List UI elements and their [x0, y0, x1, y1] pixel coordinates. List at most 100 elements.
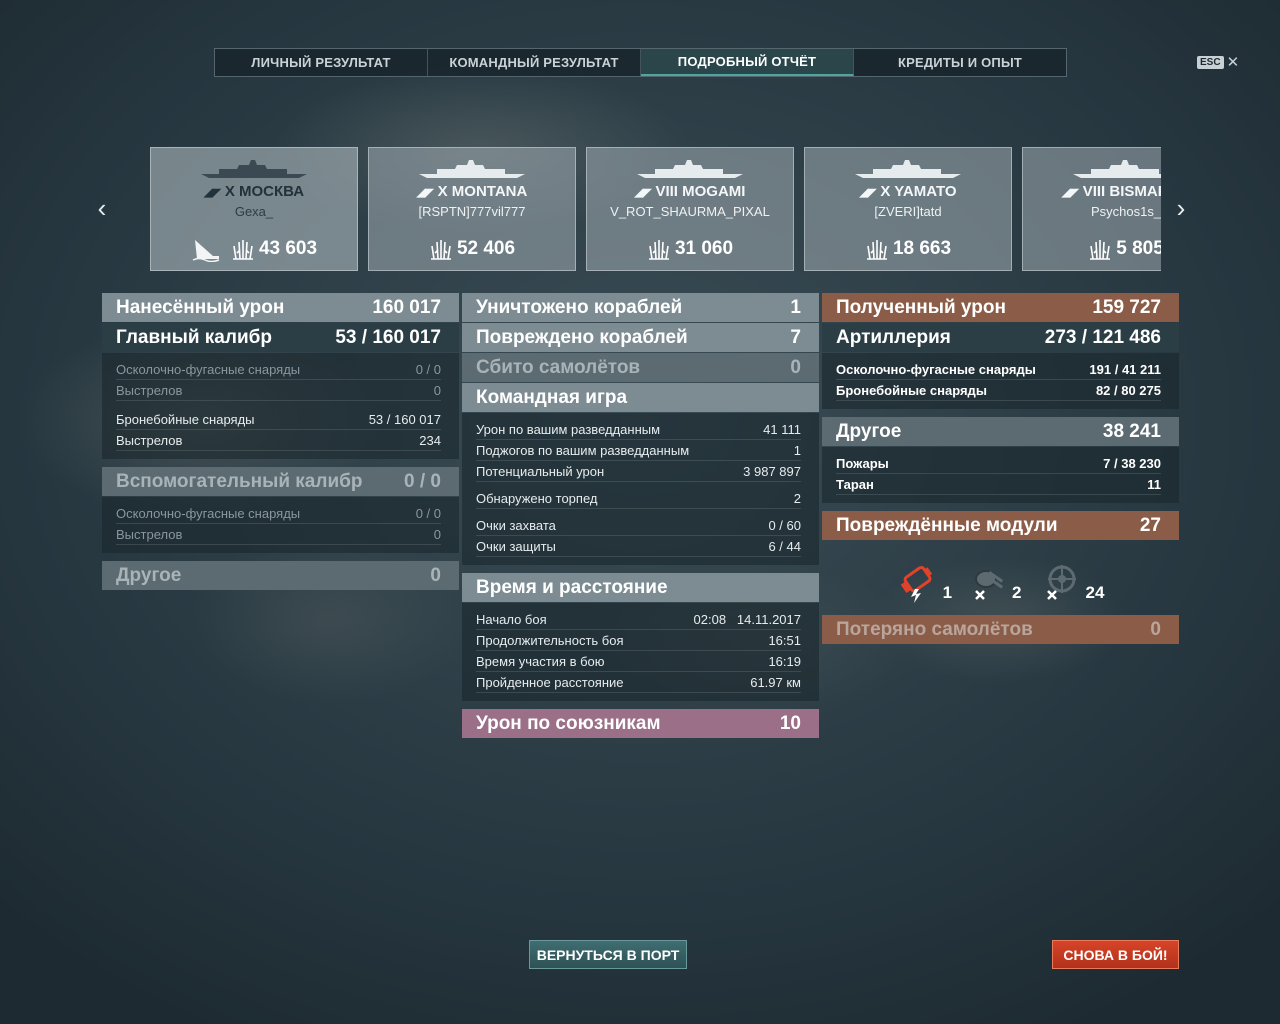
tab-detailed-report[interactable]: ПОДРОБНЫЙ ОТЧЁТ: [641, 49, 854, 76]
other-dealt-value: 0: [430, 564, 441, 586]
stat-label: Пожары: [836, 456, 889, 471]
ship-card[interactable]: ◢◤ X YAMATO [ZVERI]tatd 18 663: [804, 147, 1012, 271]
ship-class-icon: ◢◤: [203, 187, 221, 199]
time-distance-title: Время и расстояние: [476, 576, 668, 598]
stat-value: 0 / 0: [415, 362, 441, 377]
result-tabs: ЛИЧНЫЙ РЕЗУЛЬТАТ КОМАНДНЫЙ РЕЗУЛЬТАТ ПОД…: [214, 48, 1067, 77]
aa-mount-icon: [1046, 565, 1076, 600]
stat-row: Осколочно-фугасные снаряды 0 / 0: [116, 359, 441, 380]
stat-row: Выстрелов 0: [116, 380, 441, 401]
other-received-header: Другое 38 241: [822, 417, 1179, 446]
ship-card[interactable]: ◢◤VIII BISMARCK Psychos1s_ 5 805: [1022, 147, 1161, 271]
stat-label: Потенциальный урон: [476, 464, 605, 479]
ship-player-name: [RSPTN]777vil777: [418, 204, 526, 219]
secondary-battery-header: Вспомогательный калибр 0 / 0: [102, 467, 459, 496]
ship-player-name: [ZVERI]tatd: [874, 204, 942, 219]
ship-damage: 43 603: [151, 238, 357, 260]
ship-name-label: МОСКВА: [239, 183, 305, 200]
ship-name-label: BISMARCK: [1109, 183, 1161, 200]
ship-damage-value: 43 603: [258, 238, 318, 259]
stat-value: 0 / 0: [415, 506, 441, 521]
ship-name: ◢◤VIII BISMARCK: [1023, 183, 1161, 200]
ship-silhouette-icon: [1073, 160, 1161, 178]
ship-card[interactable]: ◢◤ VIII MOGAMI V_ROT_SHAURMA_PIXAL 31 060: [586, 147, 794, 271]
damage-dealt-title: Нанесённый урон: [116, 296, 285, 318]
ship-class-icon: ◢◤: [416, 187, 434, 199]
stat-row: Таран 11: [836, 474, 1161, 495]
main-battery-header: Главный калибр 53 / 160 017: [102, 323, 459, 352]
ship-silhouette-icon: [201, 160, 307, 178]
damage-burst-icon: [430, 240, 451, 260]
damage-received-value: 159 727: [1092, 296, 1161, 318]
damage-received-title: Полученный урон: [836, 296, 1006, 318]
other-dealt-header: Другое 0: [102, 561, 459, 590]
ship-class-icon: ◢◤: [634, 187, 652, 199]
module-count: 24: [1085, 583, 1105, 602]
stat-value: 234: [419, 433, 441, 448]
ship-name: ◢◤ X YAMATO: [805, 183, 1011, 200]
return-to-port-button[interactable]: ВЕРНУТЬСЯ В ПОРТ: [529, 940, 687, 969]
stat-row: Пожары 7 / 38 230: [836, 453, 1161, 474]
module-aa: 24: [1040, 563, 1105, 603]
time-distance-details: Начало боя 02:08 14.11.2017 Продолжительн…: [462, 603, 819, 701]
stat-value: 0: [433, 383, 441, 398]
module-engine: 1: [897, 563, 952, 603]
ship-player-name: V_ROT_SHAURMA_PIXAL: [610, 204, 770, 219]
battle-again-button[interactable]: СНОВА В БОЙ!: [1052, 940, 1179, 969]
team-play-header: Командная игра: [462, 383, 819, 412]
artillery-value: 273 / 121 486: [1044, 326, 1161, 348]
ship-silhouette-icon: [855, 160, 961, 178]
stat-label: Пройденное расстояние: [476, 675, 624, 690]
artillery-details: Осколочно-фугасные снаряды 191 / 41 211 Б…: [822, 353, 1179, 409]
stat-row: Выстрелов 234: [116, 430, 441, 451]
stat-row: Поджогов по вашим разведданным 1: [476, 440, 801, 461]
ship-tier: X: [224, 183, 235, 200]
tab-credits-xp[interactable]: КРЕДИТЫ И ОПЫТ: [854, 49, 1066, 76]
main-battery-details: Осколочно-фугасные снаряды 0 / 0 Выстрел…: [102, 353, 459, 459]
stat-value: 82 / 80 275: [1095, 383, 1161, 398]
carousel-prev-arrow-icon[interactable]: ‹: [92, 195, 112, 221]
planes-shot-down-value: 0: [790, 356, 801, 378]
stat-row: Пройденное расстояние 61.97 км: [476, 672, 801, 693]
stat-row: Урон по вашим разведданным 41 111: [476, 419, 801, 440]
ship-damage-value: 18 663: [892, 238, 952, 259]
friendly-damage-title: Урон по союзникам: [476, 712, 661, 734]
ship-damage-value: 52 406: [456, 238, 516, 259]
carousel-next-arrow-icon[interactable]: ›: [1171, 195, 1191, 221]
ship-damage-value: 5 805: [1116, 238, 1161, 259]
close-button[interactable]: ESC ✕: [1197, 53, 1239, 71]
stat-label: Осколочно-фугасные снаряды: [116, 362, 301, 377]
tab-personal-result[interactable]: ЛИЧНЫЙ РЕЗУЛЬТАТ: [215, 49, 428, 76]
stat-value: 53 / 160 017: [368, 412, 441, 427]
team-play-title: Командная игра: [476, 386, 628, 408]
ship-silhouette-icon: [637, 160, 743, 178]
stat-value: 191 / 41 211: [1089, 362, 1161, 377]
stat-value: 2: [793, 491, 801, 506]
ship-name: ◢◤ VIII MOGAMI: [587, 183, 793, 200]
ship-silhouette-icon: [419, 160, 525, 178]
main-battery-title: Главный калибр: [116, 326, 272, 348]
ship-card[interactable]: ◢◤ X MONTANA [RSPTN]777vil777 52 406: [368, 147, 576, 271]
planes-shot-down-title: Сбито самолётов: [476, 356, 641, 378]
stat-label: Выстрелов: [116, 527, 183, 542]
stat-label: Продолжительность боя: [476, 633, 624, 648]
stat-label: Время участия в бою: [476, 654, 605, 669]
stat-label: Выстрелов: [116, 383, 183, 398]
planes-lost-value: 0: [1150, 618, 1161, 640]
other-received-title: Другое: [836, 420, 902, 442]
damage-dealt-header: Нанесённый урон 160 017: [102, 293, 459, 322]
friendly-damage-value: 10: [779, 712, 801, 734]
ship-tier: VIII: [655, 183, 678, 200]
ship-card[interactable]: ◢◤ X МОСКВА Gexa_ 43 603: [150, 147, 358, 271]
engine-icon: [900, 565, 932, 603]
damage-burst-icon: [1090, 240, 1111, 260]
stat-label: Таран: [836, 477, 874, 492]
ship-class-icon: ◢◤: [859, 187, 877, 199]
tab-team-result[interactable]: КОМАНДНЫЙ РЕЗУЛЬТАТ: [428, 49, 641, 76]
stat-label: Начало боя: [476, 612, 547, 627]
stat-value: 02:08 14.11.2017: [693, 612, 801, 627]
damaged-modules-icons: 1 2 24: [822, 541, 1179, 609]
ship-damage: 18 663: [805, 238, 1011, 260]
stat-value: 0: [433, 527, 441, 542]
damage-burst-icon: [866, 240, 887, 260]
